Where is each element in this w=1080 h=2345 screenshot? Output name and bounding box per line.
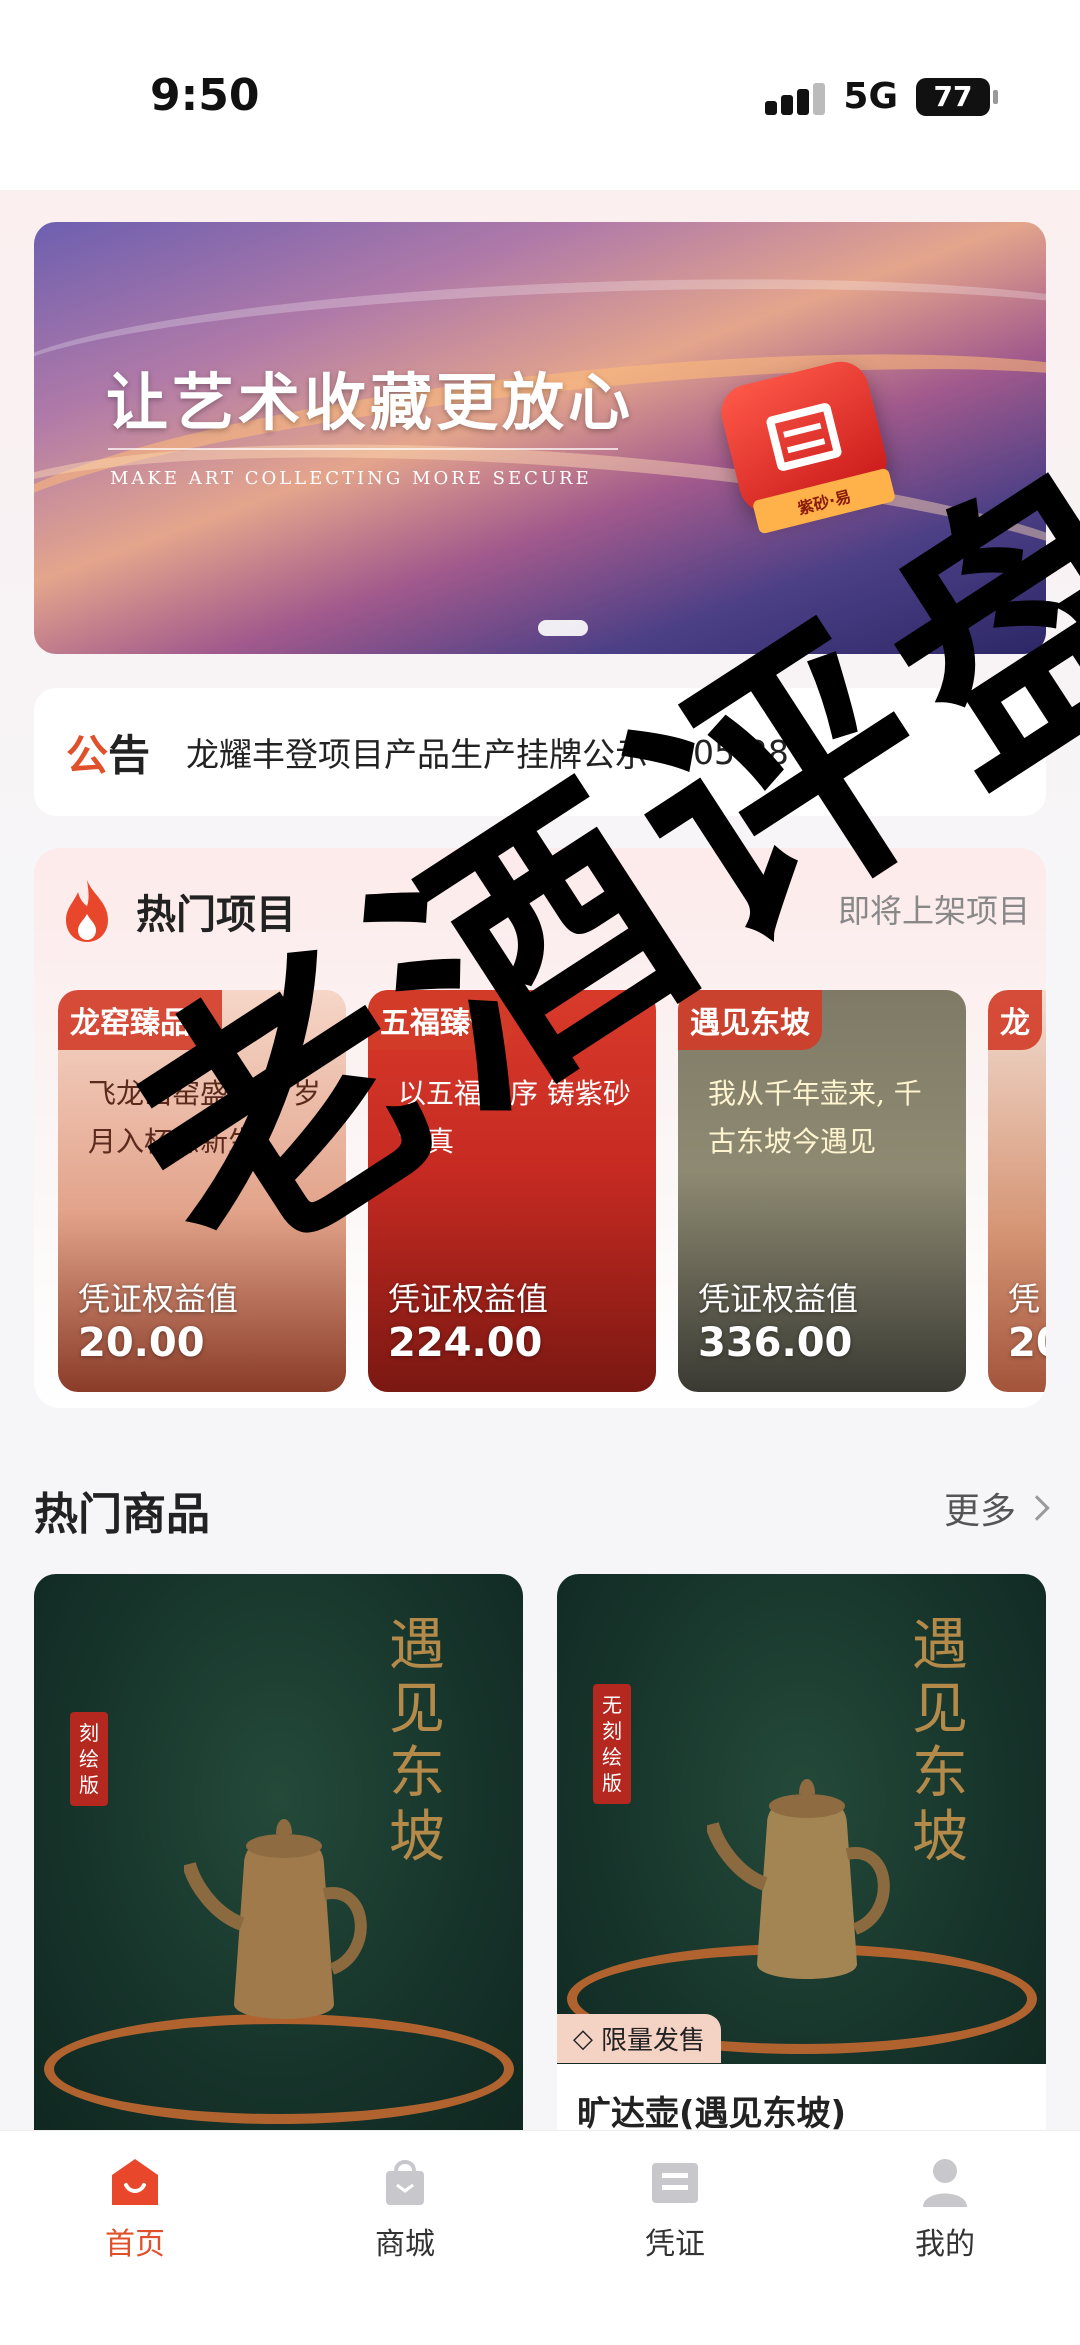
banner-title: 让艺术收藏更放心: [106, 366, 635, 439]
banner-divider: [108, 448, 618, 450]
hot-goods-title: 热门商品: [34, 1489, 210, 1540]
product-calligraphy: 遇见东坡: [389, 1613, 445, 1870]
project-value: 20: [1008, 1320, 1046, 1366]
more-goods-label: 更多: [943, 1491, 1016, 1532]
battery-level: 77: [933, 80, 973, 113]
shopping-bag-icon: [386, 2160, 424, 2205]
battery-icon: 77: [916, 77, 998, 116]
certificate-icon: [652, 2163, 698, 2203]
tab-certificate[interactable]: 凭证: [575, 2155, 775, 2345]
project-poem: 我从千年壶来, 千古东坡今遇见: [708, 1077, 922, 1158]
status-time: 9:50: [150, 70, 260, 121]
limited-badge-label: 限量发售: [601, 2026, 706, 2056]
fire-icon: [66, 880, 108, 942]
tab-home-label: 首页: [105, 2227, 165, 2262]
home-icon: [112, 2159, 158, 2205]
tab-mall[interactable]: 商城: [305, 2155, 505, 2345]
user-icon: [923, 2159, 967, 2207]
tab-home[interactable]: 首页: [35, 2155, 235, 2345]
diamond-icon: ◇: [573, 2023, 593, 2054]
product-edition-stamp: 刻绘版: [70, 1712, 108, 1806]
product-name: 旷达壶(遇见东坡): [557, 2064, 1046, 2134]
product-edition-stamp: 无刻绘版: [593, 1684, 631, 1804]
product-calligraphy: 遇见东坡: [912, 1613, 968, 1870]
tab-certificate-label: 凭证: [645, 2227, 705, 2262]
product-card[interactable]: 遇见东坡 无刻绘版 ◇ 限量发售 旷达壶(遇见东坡): [557, 1574, 1046, 2134]
project-value-label: 凭证权益值: [698, 1280, 859, 1318]
project-value-label: 凭证权益值: [388, 1280, 549, 1318]
carousel-indicator[interactable]: [538, 620, 588, 636]
chevron-right-icon: [1024, 1495, 1050, 1521]
teapot-image: [707, 1779, 890, 1979]
teapot-image: [184, 1819, 367, 2019]
project-value: 336.00: [698, 1320, 853, 1366]
announcement-tag: 公告: [66, 730, 151, 780]
project-tag: 龙: [988, 990, 1042, 1050]
tab-mall-label: 商城: [375, 2227, 435, 2262]
bottom-tab-bar: 首页 商城 凭证 我的: [0, 2130, 1080, 2345]
project-value: 224.00: [388, 1320, 543, 1366]
status-indicators: 5G 77: [765, 76, 998, 117]
project-value-label: 凭证权益值: [78, 1280, 239, 1318]
product-card[interactable]: 遇见东坡 刻绘版: [34, 1574, 523, 2134]
tab-profile-label: 我的: [915, 2227, 975, 2262]
network-type: 5G: [843, 76, 898, 117]
tab-profile[interactable]: 我的: [845, 2155, 1045, 2345]
project-card[interactable]: 龙 凭 20: [988, 990, 1046, 1392]
project-value-label: 凭: [1008, 1280, 1041, 1318]
signal-icon: [765, 79, 826, 115]
project-card[interactable]: 遇见东坡 我从千年壶来, 千古东坡今遇见 凭证权益值 336.00: [678, 990, 966, 1392]
limited-badge: ◇ 限量发售: [557, 2014, 722, 2063]
status-bar: 9:50 5G 77: [0, 0, 1080, 190]
goods-grid: 遇见东坡 刻绘版 遇见东坡 无刻绘版 ◇ 限量发售 旷达壶(遇见东坡): [34, 1574, 1046, 2134]
banner-subtitle: MAKE ART COLLECTING MORE SECURE: [110, 468, 592, 489]
more-goods-link[interactable]: 更多: [943, 1482, 1050, 1534]
project-value: 20.00: [78, 1320, 205, 1366]
